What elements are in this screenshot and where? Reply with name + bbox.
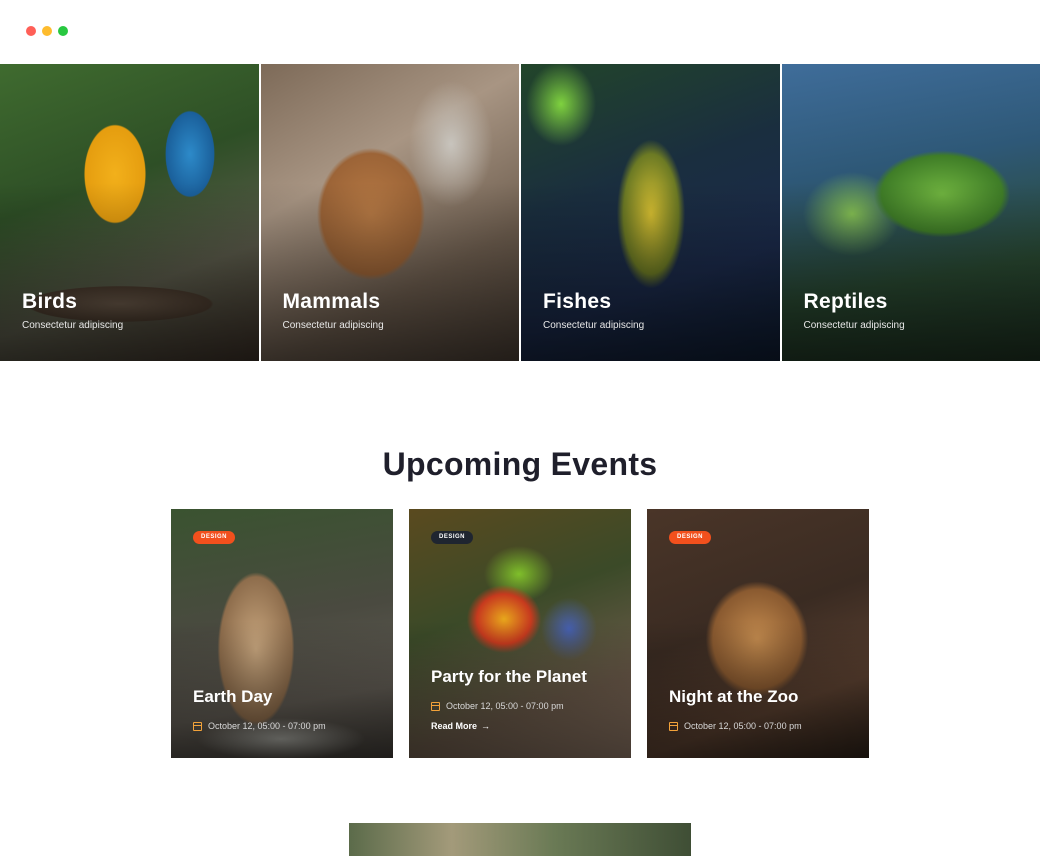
arrow-right-icon: → bbox=[481, 721, 491, 731]
card-overlay bbox=[0, 64, 259, 361]
category-card-mammals[interactable]: Mammals Consectetur adipiscing bbox=[260, 64, 519, 361]
category-subtitle: Consectetur adipiscing bbox=[22, 320, 124, 331]
window-titlebar bbox=[0, 0, 1040, 64]
calendar-icon bbox=[431, 701, 440, 711]
section-title: Upcoming Events bbox=[382, 446, 658, 482]
maximize-window-button[interactable] bbox=[58, 26, 68, 36]
featured-image bbox=[349, 823, 691, 856]
event-date-text: October 12, 05:00 - 07:00 pm bbox=[684, 721, 802, 731]
card-overlay bbox=[260, 64, 519, 361]
event-date: October 12, 05:00 - 07:00 pm bbox=[193, 721, 326, 731]
event-date-text: October 12, 05:00 - 07:00 pm bbox=[208, 721, 326, 731]
close-window-button[interactable] bbox=[26, 26, 36, 36]
category-subtitle: Consectetur adipiscing bbox=[282, 320, 384, 331]
event-date: October 12, 05:00 - 07:00 pm bbox=[431, 701, 564, 711]
category-badge[interactable]: DESIGN bbox=[193, 531, 236, 544]
category-subtitle: Consectetur adipiscing bbox=[543, 320, 645, 331]
calendar-icon bbox=[193, 721, 202, 731]
category-title: Birds bbox=[22, 290, 78, 313]
event-card-earth-day[interactable]: DESIGN Earth Day October 12, 05:00 - 07:… bbox=[171, 509, 393, 758]
event-title[interactable]: Night at the Zoo bbox=[669, 687, 798, 707]
event-title[interactable]: Earth Day bbox=[193, 687, 272, 707]
event-card-night-at-the-zoo[interactable]: DESIGN Night at the Zoo October 12, 05:0… bbox=[647, 509, 869, 758]
card-overlay bbox=[521, 64, 780, 361]
category-title: Fishes bbox=[543, 290, 612, 313]
category-card-reptiles[interactable]: Reptiles Consectetur adipiscing bbox=[781, 64, 1040, 361]
read-more-label: Read More bbox=[431, 721, 478, 731]
card-overlay bbox=[781, 64, 1040, 361]
category-subtitle: Consectetur adipiscing bbox=[803, 320, 905, 331]
event-card-party-for-the-planet[interactable]: DESIGN Party for the Planet October 12, … bbox=[409, 509, 631, 758]
category-badge[interactable]: DESIGN bbox=[669, 531, 712, 544]
read-more-link[interactable]: Read More → bbox=[431, 721, 490, 731]
calendar-icon bbox=[669, 721, 678, 731]
category-title: Mammals bbox=[282, 290, 381, 313]
events-list: DESIGN Earth Day October 12, 05:00 - 07:… bbox=[171, 509, 869, 758]
category-badge[interactable]: DESIGN bbox=[431, 531, 474, 544]
category-gallery: Birds Consectetur adipiscing Mammals Con… bbox=[0, 64, 1040, 361]
minimize-window-button[interactable] bbox=[42, 26, 52, 36]
event-date-text: October 12, 05:00 - 07:00 pm bbox=[446, 701, 564, 711]
event-title[interactable]: Party for the Planet bbox=[431, 667, 587, 687]
category-title: Reptiles bbox=[803, 290, 888, 313]
event-date: October 12, 05:00 - 07:00 pm bbox=[669, 721, 802, 731]
category-card-birds[interactable]: Birds Consectetur adipiscing bbox=[0, 64, 259, 361]
category-card-fishes[interactable]: Fishes Consectetur adipiscing bbox=[521, 64, 780, 361]
